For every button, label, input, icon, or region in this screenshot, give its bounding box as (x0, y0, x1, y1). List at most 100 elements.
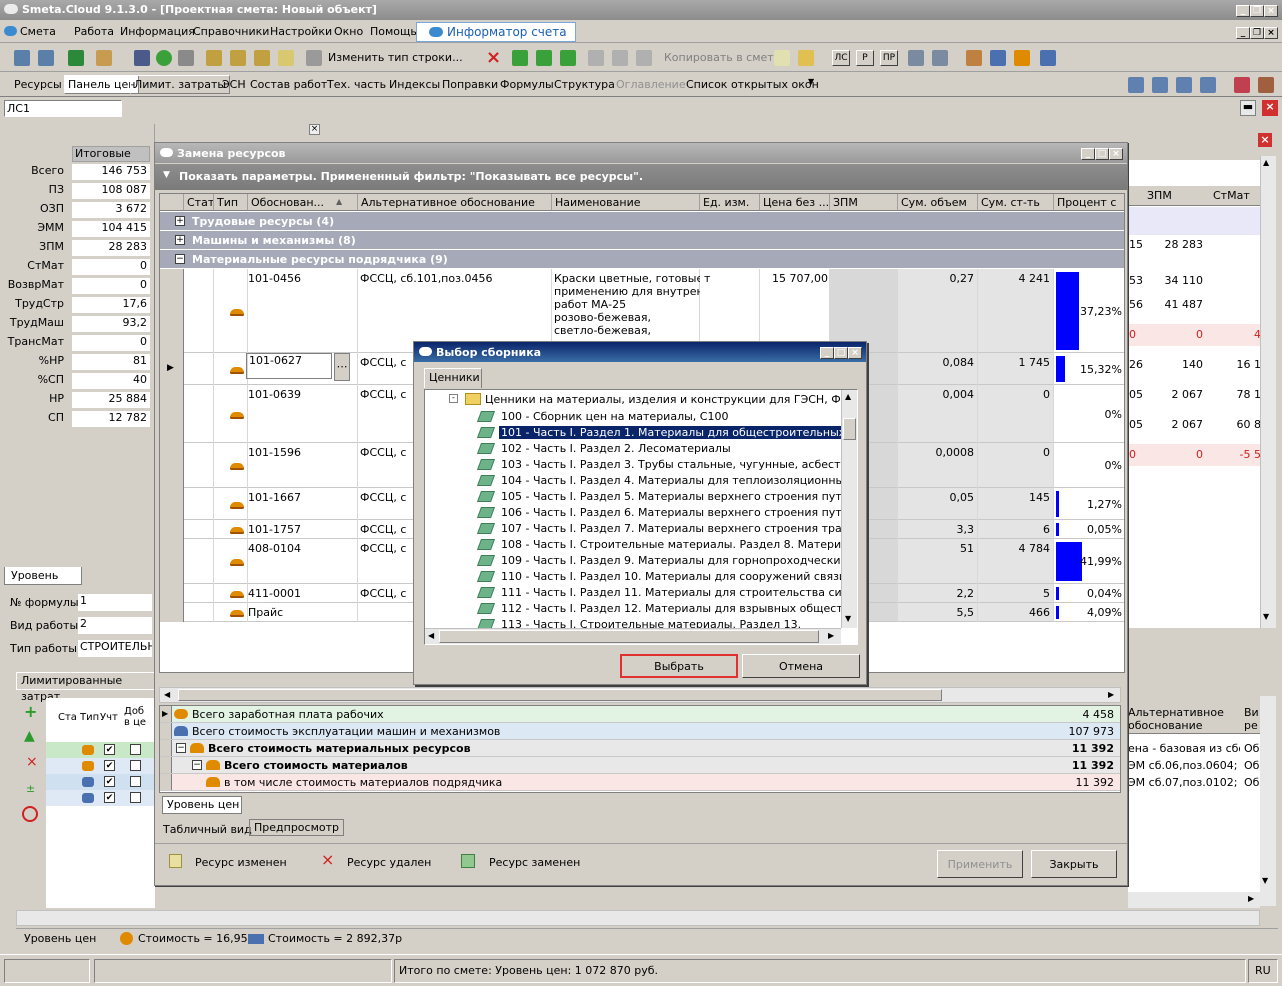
totals-row[interactable]: − Всего стоимость материальных ресурсов 11… (160, 740, 1120, 757)
totals-price-tab[interactable]: Уровень цен (162, 796, 242, 814)
col-name[interactable]: Наименование (552, 194, 700, 211)
close-icon[interactable]: × (848, 347, 862, 359)
col-unit[interactable]: Ед. изм. (700, 194, 760, 211)
checkbox[interactable] (130, 744, 141, 755)
tree-root[interactable]: Ценники на материалы, изделия и конструк… (485, 393, 841, 406)
scroll-down-icon[interactable]: ▼ (1263, 612, 1269, 621)
menu-pomosh[interactable]: Помощь (370, 25, 417, 38)
col-status[interactable]: Статус (184, 194, 214, 211)
scroll-up-icon[interactable]: ▲ (845, 392, 851, 401)
sort-icon[interactable]: ± (26, 782, 35, 795)
check-list-icon[interactable] (908, 50, 924, 66)
tree-collapse-icon[interactable]: - (449, 394, 458, 403)
ellipsis-button[interactable]: ⋯ (334, 353, 350, 381)
tree-item[interactable]: 108 - Часть I. Строительные материалы. Р… (476, 537, 841, 553)
group-row[interactable]: + Трудовые ресурсы (4) (160, 212, 1124, 231)
scroll-left-icon[interactable]: ◀ (164, 690, 170, 699)
copy-to-smeta-button[interactable]: Копировать в смету (664, 51, 780, 64)
move-up-icon[interactable] (512, 50, 528, 66)
truck-icon[interactable] (990, 50, 1006, 66)
menu-okno[interactable]: Окно (334, 25, 363, 38)
indent-icon[interactable] (1128, 77, 1144, 93)
code-cell[interactable]: 101-1667 (248, 491, 334, 504)
tree-vscroll[interactable]: ▲ ▼ (841, 390, 857, 628)
tab-esn[interactable]: ЭСН (222, 78, 246, 91)
tab-formuly[interactable]: Формулы (500, 78, 554, 91)
plus-icon[interactable]: + (24, 702, 37, 721)
collapse-icon[interactable]: − (175, 254, 185, 264)
tab-sostav-rabot[interactable]: Состав работ (250, 78, 327, 91)
folder-icon[interactable] (798, 50, 814, 66)
col-price[interactable]: Цена без ... (760, 194, 830, 211)
col-alt[interactable]: Альтернативное обоснование (358, 194, 552, 211)
change-type-icon[interactable] (306, 50, 322, 66)
grid-hscroll[interactable]: ◀ ▶ (159, 687, 1121, 703)
code-cell[interactable]: 408-0104 (248, 542, 334, 555)
outdent-icon[interactable] (1152, 77, 1168, 93)
chevron-down-icon[interactable]: ▼ (808, 77, 814, 86)
checkbox[interactable] (130, 792, 141, 803)
right-hscroll[interactable]: ▶ (1128, 892, 1260, 908)
tree-item[interactable]: 101 - Часть I. Раздел 1. Материалы для о… (476, 425, 842, 441)
tab-preview[interactable]: Предпросмотр (249, 819, 344, 836)
tree-item[interactable]: 103 - Часть I. Раздел 3. Трубы стальные,… (476, 457, 841, 473)
scroll-right-icon[interactable]: ▶ (828, 631, 834, 640)
scroll-down-icon[interactable]: ▼ (845, 614, 851, 623)
col-pct[interactable]: Процент с (1054, 194, 1124, 211)
copy-doc-icon[interactable] (774, 50, 790, 66)
limit-panel-title[interactable]: Лимитированные затрат (16, 672, 155, 703)
close-button[interactable]: Закрыть (1031, 850, 1117, 878)
checkbox-checked[interactable]: ✔ (104, 760, 115, 771)
menu-smeta[interactable]: Смета (20, 25, 56, 38)
tree-item[interactable]: 106 - Часть I. Раздел 6. Материалы верхн… (476, 505, 841, 521)
excel-icon[interactable] (68, 50, 84, 66)
check-x-icon[interactable] (932, 50, 948, 66)
informator-button[interactable]: Информатор счета (416, 22, 576, 42)
minimize-icon[interactable]: _ (1236, 5, 1250, 17)
totals-row[interactable]: − Всего стоимость материалов 11 392 (160, 757, 1120, 774)
restore-icon[interactable]: ❐ (1250, 5, 1264, 17)
col-zpm[interactable]: ЗПМ (830, 194, 898, 211)
tab-popravki[interactable]: Поправки (442, 78, 498, 91)
right-vscroll[interactable]: ▲ ▼ (1260, 156, 1276, 628)
ls-button[interactable]: ЛС (832, 50, 850, 66)
menu-rabota[interactable]: Работа (74, 25, 114, 38)
prop-value[interactable]: 2 (78, 617, 152, 634)
tree-icon[interactable] (14, 50, 30, 66)
tree-item[interactable]: 102 - Часть I. Раздел 2. Лесоматериалы (476, 441, 841, 457)
menu-informaciya[interactable]: Информация (120, 25, 195, 38)
minimize-icon[interactable]: _ (820, 347, 834, 359)
tab-teh-chast[interactable]: Тех. часть (327, 78, 386, 91)
copy-icon[interactable] (612, 50, 628, 66)
scroll-top-icon[interactable]: ▬ (1240, 100, 1256, 116)
maximize-icon[interactable]: □ (834, 347, 848, 359)
code-cell[interactable]: 101-1757 (248, 523, 334, 536)
hat-icon[interactable] (1014, 50, 1030, 66)
scroll-right-icon[interactable]: ▶ (1108, 690, 1114, 699)
close-icon[interactable]: × (1109, 148, 1123, 160)
tab-limit-zatraty[interactable]: Лимит. затраты (130, 75, 231, 94)
checkbox[interactable] (130, 776, 141, 787)
hscroll-thumb[interactable] (178, 689, 942, 701)
tab-indeksy[interactable]: Индексы (389, 78, 440, 91)
minimize-icon[interactable]: _ (1081, 148, 1095, 160)
list-icon[interactable] (1200, 77, 1216, 93)
insert-sub-icon[interactable] (254, 50, 270, 66)
close-doc-icon[interactable]: × (1262, 100, 1278, 116)
mdi-close-icon[interactable]: × (1264, 27, 1278, 39)
tab-spisok-okon[interactable]: Список открытых окон (686, 78, 819, 91)
tab-panel-cen[interactable]: Панель цен (64, 75, 140, 94)
scroll-right-icon[interactable]: ▶ (1248, 894, 1254, 903)
col-sum[interactable]: Сум. ст-ть (978, 194, 1054, 211)
move-down-icon[interactable] (536, 50, 552, 66)
limit-row[interactable]: ✔ (46, 742, 155, 758)
code-cell[interactable]: Прайс (248, 606, 334, 619)
limit-row[interactable]: ✔ (46, 790, 155, 806)
limit-row[interactable]: ✔ (46, 774, 155, 790)
tree-scroll-thumb[interactable] (843, 418, 856, 440)
menu-spravochniki[interactable]: Справочники (193, 25, 269, 38)
tree-item[interactable]: 100 - Сборник цен на материалы, С100 (476, 409, 841, 425)
select-button[interactable]: Выбрать (620, 654, 738, 678)
refresh-icon[interactable] (156, 50, 172, 66)
apply-button[interactable]: Применить (937, 850, 1023, 878)
